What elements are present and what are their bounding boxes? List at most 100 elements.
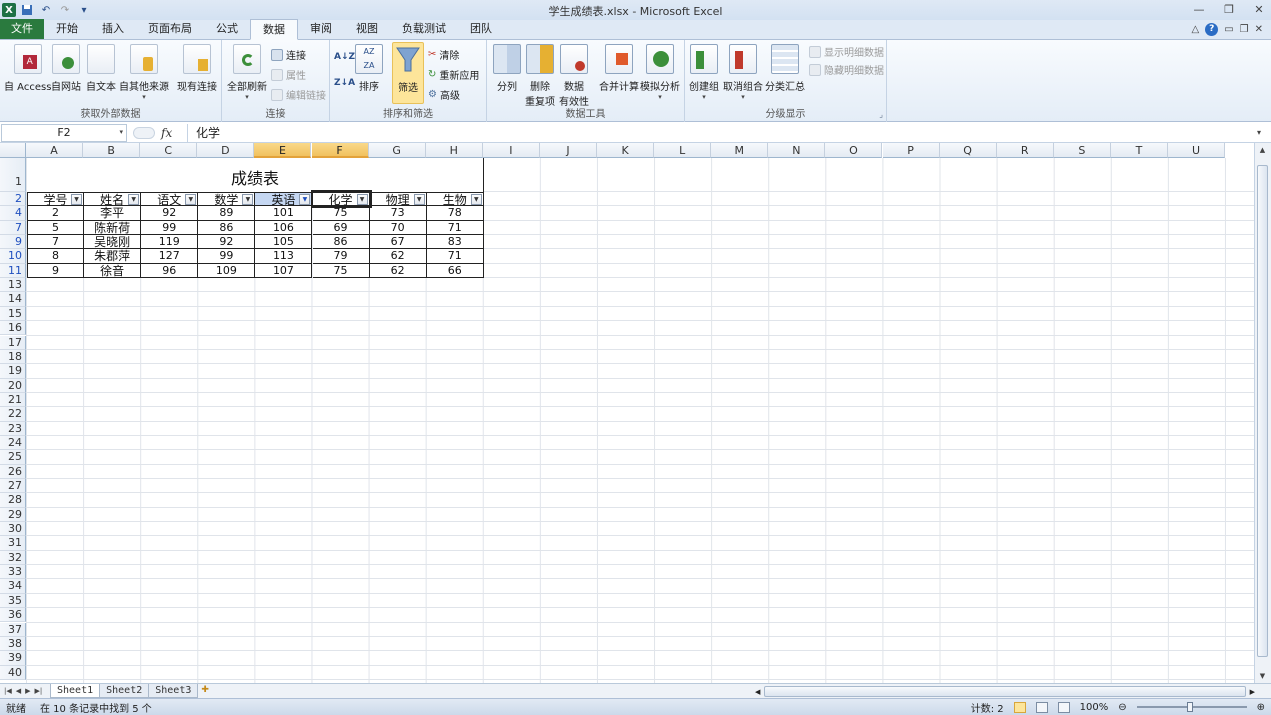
page-break-view-icon[interactable]: [1057, 701, 1070, 713]
tab-insert[interactable]: 插入: [90, 19, 136, 39]
column-header-i[interactable]: I: [482, 143, 540, 158]
next-sheet-icon[interactable]: ▶: [25, 687, 30, 695]
header-cell[interactable]: 生物 ▼: [426, 192, 484, 207]
column-header-q[interactable]: Q: [939, 143, 997, 158]
table-cell[interactable]: 7: [27, 235, 85, 250]
row-header[interactable]: 32: [0, 550, 26, 566]
table-cell[interactable]: 69: [312, 220, 370, 236]
sheet-tab-sheet2[interactable]: Sheet2: [99, 684, 150, 698]
row-header[interactable]: 4: [0, 206, 26, 221]
row-header[interactable]: 25: [0, 450, 26, 465]
row-header[interactable]: 40: [0, 665, 26, 680]
header-cell[interactable]: 姓名 ▼: [84, 192, 142, 207]
table-cell[interactable]: 吴晓刚: [84, 235, 142, 250]
table-cell[interactable]: 79: [312, 249, 370, 264]
header-cell[interactable]: 语文 ▼: [141, 192, 199, 207]
row-header[interactable]: 15: [0, 306, 26, 322]
workbook-minimize-icon[interactable]: ▭: [1224, 24, 1233, 35]
table-cell[interactable]: 106: [255, 220, 313, 236]
what-if-analysis-button[interactable]: 模拟分析 ▾: [640, 44, 680, 101]
page-layout-view-icon[interactable]: [1035, 701, 1048, 713]
from-text-button[interactable]: 自文本: [86, 44, 116, 93]
table-cell[interactable]: 70: [369, 220, 427, 236]
table-cell[interactable]: 113: [255, 249, 313, 264]
row-header[interactable]: 22: [0, 407, 26, 422]
table-cell[interactable]: 徐音: [84, 263, 142, 279]
excel-logo-icon[interactable]: X: [2, 3, 16, 17]
header-cell[interactable]: 英语 ▼: [255, 192, 313, 207]
sort-descending-button[interactable]: Z↓A: [334, 78, 355, 88]
horizontal-scroll-thumb[interactable]: [764, 686, 1246, 697]
row-header[interactable]: 31: [0, 536, 26, 551]
column-header-e[interactable]: E: [254, 143, 312, 158]
table-cell[interactable]: 5: [27, 220, 85, 236]
advanced-filter-button[interactable]: ⚙ 高级: [428, 87, 460, 102]
row-header[interactable]: 30: [0, 522, 26, 537]
column-header-m[interactable]: M: [711, 143, 769, 158]
header-cell[interactable]: 数学 ▼: [198, 192, 256, 207]
scroll-right-icon[interactable]: ▶: [1250, 688, 1255, 696]
table-cell[interactable]: 75: [312, 263, 370, 279]
refresh-all-button[interactable]: 全部刷新 ▾: [227, 44, 267, 101]
help-icon[interactable]: ?: [1205, 22, 1219, 36]
prev-sheet-icon[interactable]: ◀: [16, 687, 21, 695]
filter-dropdown-icon[interactable]: ▼: [185, 194, 197, 205]
ungroup-button[interactable]: 取消组合 ▾: [723, 44, 763, 101]
table-cell[interactable]: 8: [27, 249, 85, 264]
row-header[interactable]: 35: [0, 593, 26, 609]
tab-team[interactable]: 团队: [458, 19, 504, 39]
table-cell[interactable]: 75: [312, 206, 370, 221]
row-header[interactable]: 21: [0, 392, 26, 408]
filter-dropdown-icon[interactable]: ▼: [242, 194, 254, 205]
vertical-scrollbar[interactable]: ▲ ▼: [1254, 143, 1271, 683]
row-header[interactable]: 17: [0, 335, 26, 350]
table-cell[interactable]: 朱郡萍: [84, 249, 142, 264]
edit-links-button[interactable]: 编辑链接: [271, 87, 326, 102]
column-header-g[interactable]: G: [368, 143, 426, 158]
show-detail-button[interactable]: 显示明细数据: [809, 44, 884, 59]
filter-dropdown-icon[interactable]: ▼: [413, 194, 425, 205]
close-button[interactable]: ✕: [1251, 2, 1267, 18]
table-cell[interactable]: 78: [426, 206, 484, 221]
row-header[interactable]: 29: [0, 507, 26, 523]
row-header[interactable]: 9: [0, 235, 26, 250]
row-header[interactable]: 23: [0, 421, 26, 436]
row-header[interactable]: 34: [0, 579, 26, 594]
table-cell[interactable]: 127: [141, 249, 199, 264]
normal-view-icon[interactable]: [1013, 701, 1026, 713]
row-header[interactable]: 24: [0, 435, 26, 451]
column-header-c[interactable]: C: [140, 143, 198, 158]
row-header[interactable]: 26: [0, 464, 26, 479]
workbook-restore-icon[interactable]: ❐: [1240, 24, 1249, 35]
row-header[interactable]: 1: [0, 158, 26, 192]
table-cell[interactable]: 119: [141, 235, 199, 250]
properties-button[interactable]: 属性: [271, 67, 306, 82]
table-cell[interactable]: 2: [27, 206, 85, 221]
insert-function-button[interactable]: fx: [161, 126, 172, 140]
column-header-n[interactable]: N: [768, 143, 826, 158]
table-cell[interactable]: 71: [426, 249, 484, 264]
column-header-t[interactable]: T: [1110, 143, 1168, 158]
filter-applied-icon[interactable]: ▼: [299, 194, 311, 205]
row-header[interactable]: 19: [0, 364, 26, 379]
undo-icon[interactable]: ↶: [38, 2, 54, 18]
table-cell[interactable]: 107: [255, 263, 313, 279]
tab-home[interactable]: 开始: [44, 19, 90, 39]
column-header-j[interactable]: J: [539, 143, 597, 158]
save-icon[interactable]: [19, 2, 35, 18]
tab-formulas[interactable]: 公式: [204, 19, 250, 39]
column-header-p[interactable]: P: [882, 143, 940, 158]
header-cell[interactable]: 化学 ▼: [310, 189, 372, 209]
subtotal-button[interactable]: 分类汇总: [765, 44, 805, 93]
column-header-s[interactable]: S: [1053, 143, 1111, 158]
from-web-button[interactable]: 自网站: [51, 44, 81, 93]
restore-button[interactable]: ❐: [1221, 2, 1237, 18]
sheet-title-cell[interactable]: 成绩表: [27, 158, 484, 192]
row-header[interactable]: 28: [0, 493, 26, 508]
table-cell[interactable]: 62: [369, 249, 427, 264]
zoom-out-icon[interactable]: ⊖: [1118, 702, 1126, 713]
group-button[interactable]: 创建组 ▾: [689, 44, 719, 101]
column-header-k[interactable]: K: [597, 143, 655, 158]
zoom-level[interactable]: 100%: [1080, 702, 1109, 713]
row-header[interactable]: 10: [0, 249, 26, 264]
